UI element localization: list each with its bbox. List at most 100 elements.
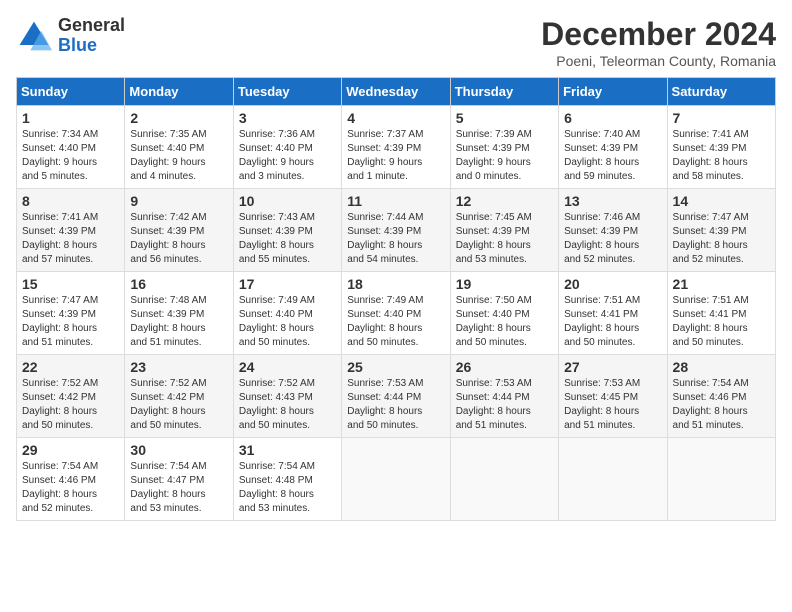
week-row-1: 1 Sunrise: 7:34 AM Sunset: 4:40 PM Daylig… — [17, 106, 776, 189]
day-info: Sunrise: 7:53 AM Sunset: 4:45 PM Dayligh… — [564, 377, 661, 433]
calendar-cell: 24Sunrise: 7:52 AM Sunset: 4:43 PM Dayli… — [233, 355, 341, 438]
calendar-cell: 4 Sunrise: 7:37 AM Sunset: 4:39 PM Daylig… — [342, 106, 450, 189]
day-number: 26 — [456, 359, 553, 375]
calendar-cell: 30Sunrise: 7:54 AM Sunset: 4:47 PM Dayli… — [125, 438, 233, 521]
calendar-cell: 21 Sunrise: 7:51 AM Sunset: 4:41 PM Dayli… — [667, 272, 775, 355]
day-number: 30 — [130, 442, 227, 458]
col-header-thursday: Thursday — [450, 78, 558, 106]
day-info: Sunrise: 7:42 AM Sunset: 4:39 PM Dayligh… — [130, 211, 227, 267]
day-number: 1 — [22, 110, 119, 126]
day-number: 17 — [239, 276, 336, 292]
calendar-cell — [667, 438, 775, 521]
day-number: 28 — [673, 359, 770, 375]
calendar-cell: 28 Sunrise: 7:54 AM Sunset: 4:46 PM Dayli… — [667, 355, 775, 438]
logo-general-text: General — [58, 16, 125, 36]
day-number: 7 — [673, 110, 770, 126]
day-info: Sunrise: 7:44 AM Sunset: 4:39 PM Dayligh… — [347, 211, 444, 267]
day-number: 9 — [130, 193, 227, 209]
day-info: Sunrise: 7:43 AM Sunset: 4:39 PM Dayligh… — [239, 211, 336, 267]
day-number: 20 — [564, 276, 661, 292]
day-info: Sunrise: 7:39 AM Sunset: 4:39 PM Dayligh… — [456, 128, 553, 184]
day-number: 15 — [22, 276, 119, 292]
day-number: 16 — [130, 276, 227, 292]
page-title: December 2024 — [541, 16, 776, 53]
col-header-saturday: Saturday — [667, 78, 775, 106]
day-number: 29 — [22, 442, 119, 458]
day-info: Sunrise: 7:54 AM Sunset: 4:48 PM Dayligh… — [239, 460, 336, 516]
day-info: Sunrise: 7:47 AM Sunset: 4:39 PM Dayligh… — [22, 294, 119, 350]
calendar-cell: 17 Sunrise: 7:49 AM Sunset: 4:40 PM Dayli… — [233, 272, 341, 355]
day-number: 18 — [347, 276, 444, 292]
calendar-cell: 10 Sunrise: 7:43 AM Sunset: 4:39 PM Dayli… — [233, 189, 341, 272]
calendar-cell: 19Sunrise: 7:50 AM Sunset: 4:40 PM Dayli… — [450, 272, 558, 355]
calendar-cell: 31 Sunrise: 7:54 AM Sunset: 4:48 PM Dayli… — [233, 438, 341, 521]
day-info: Sunrise: 7:34 AM Sunset: 4:40 PM Dayligh… — [22, 128, 119, 184]
day-info: Sunrise: 7:53 AM Sunset: 4:44 PM Dayligh… — [456, 377, 553, 433]
day-info: Sunrise: 7:52 AM Sunset: 4:42 PM Dayligh… — [130, 377, 227, 433]
calendar-header-row: SundayMondayTuesdayWednesdayThursdayFrid… — [17, 78, 776, 106]
day-number: 10 — [239, 193, 336, 209]
week-row-5: 29Sunrise: 7:54 AM Sunset: 4:46 PM Dayli… — [17, 438, 776, 521]
day-info: Sunrise: 7:49 AM Sunset: 4:40 PM Dayligh… — [239, 294, 336, 350]
col-header-wednesday: Wednesday — [342, 78, 450, 106]
calendar-cell: 3 Sunrise: 7:36 AM Sunset: 4:40 PM Daylig… — [233, 106, 341, 189]
title-block: December 2024 Poeni, Teleorman County, R… — [541, 16, 776, 69]
day-info: Sunrise: 7:35 AM Sunset: 4:40 PM Dayligh… — [130, 128, 227, 184]
day-number: 24 — [239, 359, 336, 375]
calendar-cell: 14Sunrise: 7:47 AM Sunset: 4:39 PM Dayli… — [667, 189, 775, 272]
day-number: 12 — [456, 193, 553, 209]
day-number: 11 — [347, 193, 444, 209]
day-number: 4 — [347, 110, 444, 126]
calendar-cell: 18 Sunrise: 7:49 AM Sunset: 4:40 PM Dayli… — [342, 272, 450, 355]
day-info: Sunrise: 7:54 AM Sunset: 4:46 PM Dayligh… — [673, 377, 770, 433]
calendar-cell: 22 Sunrise: 7:52 AM Sunset: 4:42 PM Dayli… — [17, 355, 125, 438]
page-header: General Blue December 2024 Poeni, Teleor… — [16, 16, 776, 69]
day-info: Sunrise: 7:52 AM Sunset: 4:42 PM Dayligh… — [22, 377, 119, 433]
day-info: Sunrise: 7:46 AM Sunset: 4:39 PM Dayligh… — [564, 211, 661, 267]
calendar-cell: 2 Sunrise: 7:35 AM Sunset: 4:40 PM Daylig… — [125, 106, 233, 189]
logo: General Blue — [16, 16, 125, 56]
calendar-cell: 29Sunrise: 7:54 AM Sunset: 4:46 PM Dayli… — [17, 438, 125, 521]
col-header-sunday: Sunday — [17, 78, 125, 106]
logo-text: General Blue — [58, 16, 125, 56]
day-info: Sunrise: 7:53 AM Sunset: 4:44 PM Dayligh… — [347, 377, 444, 433]
week-row-3: 15 Sunrise: 7:47 AM Sunset: 4:39 PM Dayli… — [17, 272, 776, 355]
calendar-cell: 16 Sunrise: 7:48 AM Sunset: 4:39 PM Dayli… — [125, 272, 233, 355]
day-info: Sunrise: 7:36 AM Sunset: 4:40 PM Dayligh… — [239, 128, 336, 184]
day-number: 22 — [22, 359, 119, 375]
day-info: Sunrise: 7:47 AM Sunset: 4:39 PM Dayligh… — [673, 211, 770, 267]
calendar-cell — [342, 438, 450, 521]
calendar-cell: 23 Sunrise: 7:52 AM Sunset: 4:42 PM Dayli… — [125, 355, 233, 438]
day-info: Sunrise: 7:49 AM Sunset: 4:40 PM Dayligh… — [347, 294, 444, 350]
day-info: Sunrise: 7:51 AM Sunset: 4:41 PM Dayligh… — [673, 294, 770, 350]
col-header-tuesday: Tuesday — [233, 78, 341, 106]
day-number: 13 — [564, 193, 661, 209]
day-number: 5 — [456, 110, 553, 126]
calendar-cell — [559, 438, 667, 521]
week-row-2: 8 Sunrise: 7:41 AM Sunset: 4:39 PM Daylig… — [17, 189, 776, 272]
week-row-4: 22 Sunrise: 7:52 AM Sunset: 4:42 PM Dayli… — [17, 355, 776, 438]
day-info: Sunrise: 7:41 AM Sunset: 4:39 PM Dayligh… — [22, 211, 119, 267]
day-info: Sunrise: 7:48 AM Sunset: 4:39 PM Dayligh… — [130, 294, 227, 350]
calendar-cell: 13 Sunrise: 7:46 AM Sunset: 4:39 PM Dayli… — [559, 189, 667, 272]
day-info: Sunrise: 7:45 AM Sunset: 4:39 PM Dayligh… — [456, 211, 553, 267]
day-number: 8 — [22, 193, 119, 209]
calendar-cell: 26 Sunrise: 7:53 AM Sunset: 4:44 PM Dayli… — [450, 355, 558, 438]
day-number: 19 — [456, 276, 553, 292]
day-info: Sunrise: 7:41 AM Sunset: 4:39 PM Dayligh… — [673, 128, 770, 184]
page-subtitle: Poeni, Teleorman County, Romania — [541, 53, 776, 69]
calendar-table: SundayMondayTuesdayWednesdayThursdayFrid… — [16, 77, 776, 521]
col-header-friday: Friday — [559, 78, 667, 106]
day-number: 2 — [130, 110, 227, 126]
day-number: 3 — [239, 110, 336, 126]
day-number: 31 — [239, 442, 336, 458]
calendar-cell: 6Sunrise: 7:40 AM Sunset: 4:39 PM Daylig… — [559, 106, 667, 189]
day-info: Sunrise: 7:37 AM Sunset: 4:39 PM Dayligh… — [347, 128, 444, 184]
day-number: 25 — [347, 359, 444, 375]
calendar-cell: 25 Sunrise: 7:53 AM Sunset: 4:44 PM Dayli… — [342, 355, 450, 438]
day-number: 23 — [130, 359, 227, 375]
calendar-body: 1 Sunrise: 7:34 AM Sunset: 4:40 PM Daylig… — [17, 106, 776, 521]
day-number: 21 — [673, 276, 770, 292]
calendar-cell: 12 Sunrise: 7:45 AM Sunset: 4:39 PM Dayli… — [450, 189, 558, 272]
day-number: 27 — [564, 359, 661, 375]
